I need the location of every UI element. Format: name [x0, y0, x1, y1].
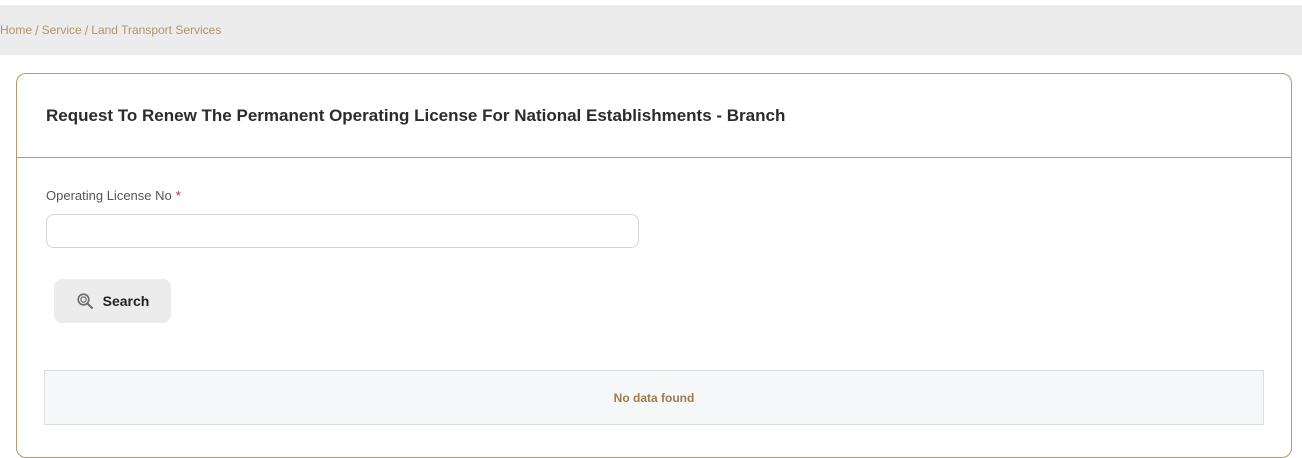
search-button[interactable]: Search: [54, 279, 171, 323]
breadcrumb-separator: /: [35, 22, 39, 38]
license-label: Operating License No *: [46, 188, 181, 203]
breadcrumb-home[interactable]: Home: [0, 23, 32, 37]
breadcrumb-separator: /: [84, 22, 89, 38]
breadcrumb-service[interactable]: Service: [42, 23, 82, 37]
page-title: Request To Renew The Permanent Operating…: [46, 105, 786, 125]
empty-state-message: No data found: [613, 390, 695, 405]
breadcrumb-bar: Home / Service / Land Transport Services: [0, 5, 1302, 55]
required-marker: *: [175, 188, 181, 203]
license-number-input[interactable]: [46, 214, 639, 248]
breadcrumb: Home / Service / Land Transport Services: [0, 23, 221, 38]
breadcrumb-land-transport-services[interactable]: Land Transport Services: [91, 23, 221, 37]
card-header: Request To Renew The Permanent Operating…: [17, 74, 1291, 158]
search-button-label: Search: [102, 293, 150, 309]
service-card: Request To Renew The Permanent Operating…: [16, 73, 1292, 458]
search-icon: [76, 292, 94, 310]
results-table: No data found: [44, 370, 1264, 425]
license-label-text: Operating License No: [46, 188, 172, 203]
